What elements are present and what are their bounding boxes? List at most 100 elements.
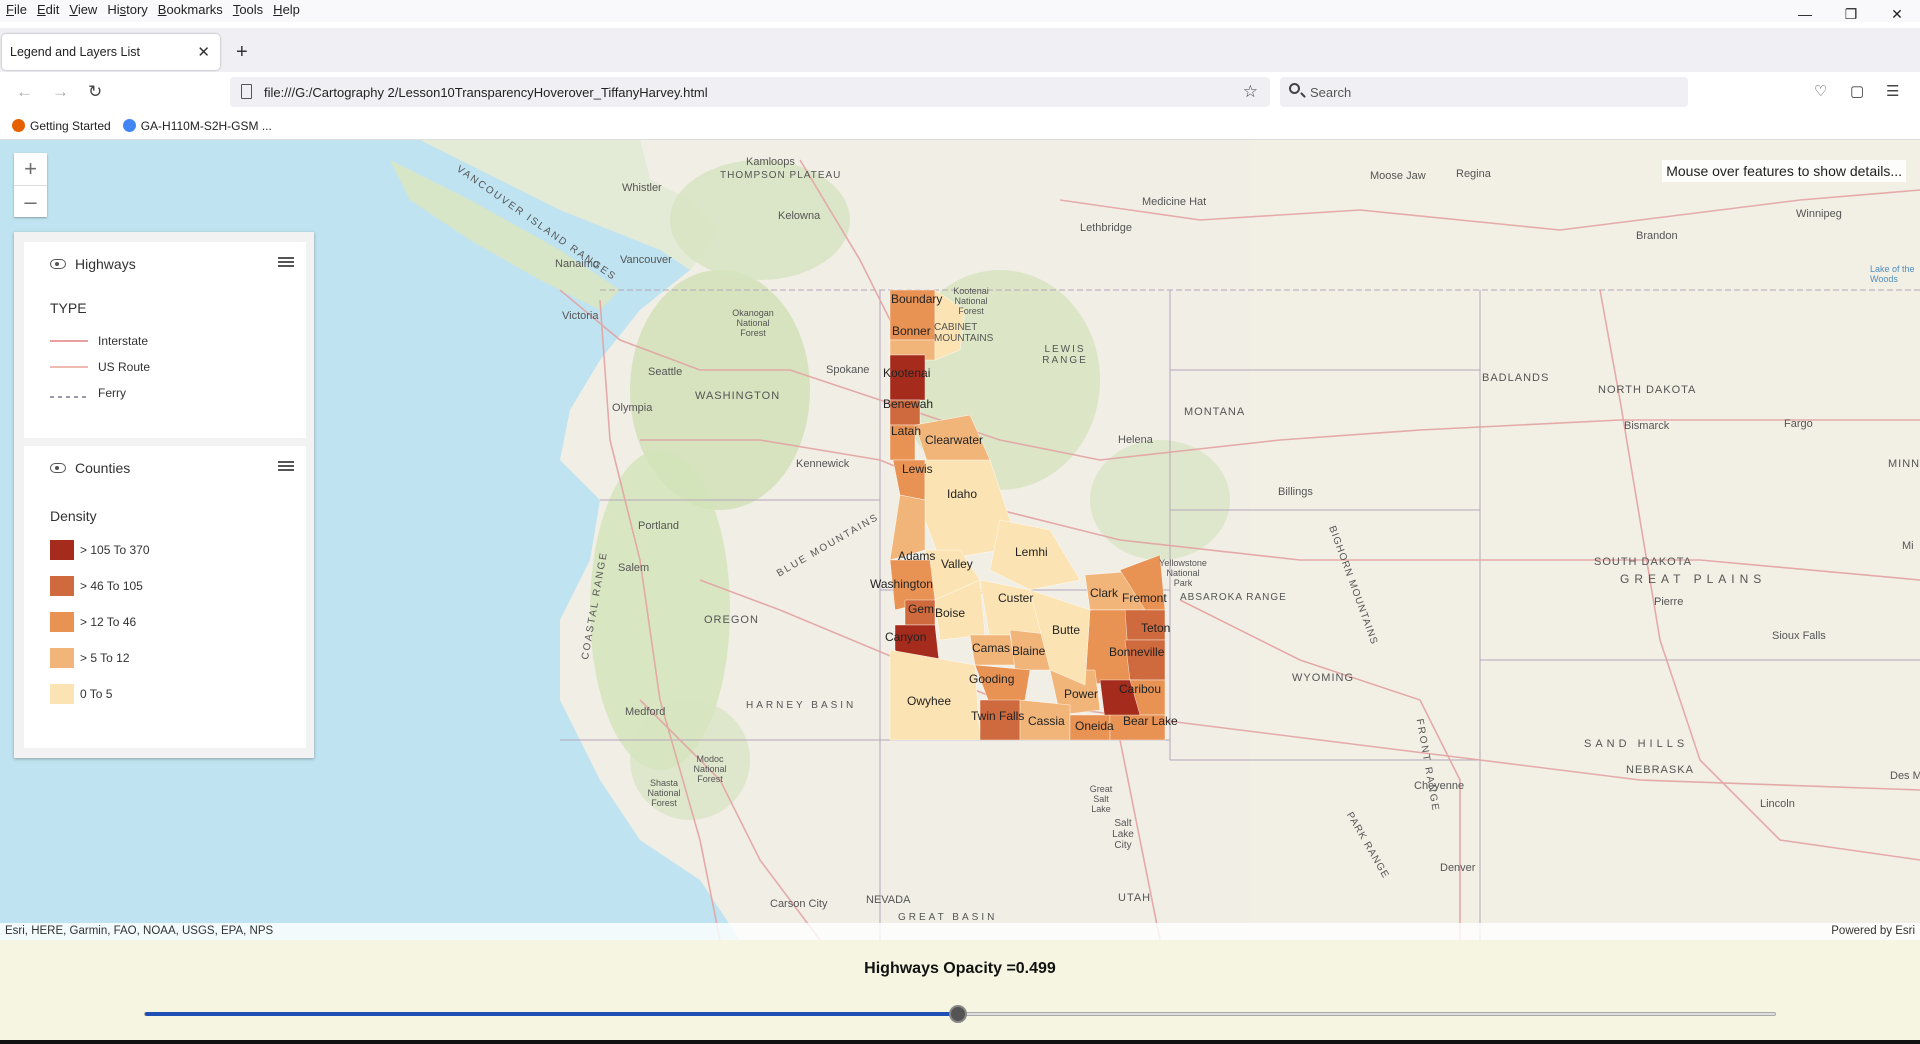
county-label: Owyhee <box>907 694 952 708</box>
place-label: Moose Jaw <box>1370 170 1426 182</box>
county-label: Gooding <box>969 672 1015 686</box>
county-label: Bonner <box>892 324 931 338</box>
layer-card-highways: Highways TYPE Interstate US Route Ferry <box>24 242 306 438</box>
layer-title: Highways <box>75 256 136 272</box>
county-label: Idaho <box>947 487 978 501</box>
menu-tools[interactable]: Tools <box>228 0 268 22</box>
county-label: Cassia <box>1028 714 1065 728</box>
hamburger-menu-icon[interactable]: ☰ <box>1886 82 1899 100</box>
menu-file[interactable]: File <box>0 0 32 22</box>
layer-card-counties: Counties Density > 105 To 370 > 46 To 10… <box>24 446 306 748</box>
layer-options-icon[interactable] <box>278 257 294 269</box>
new-tab-icon[interactable]: + <box>236 42 248 62</box>
place-label: Cheyenne <box>1414 780 1465 792</box>
minimize-icon[interactable]: — <box>1782 0 1828 28</box>
county-label: Clearwater <box>925 433 984 447</box>
place-label: Winnipeg <box>1796 208 1842 220</box>
url-bar[interactable]: file:///G:/Cartography 2/Lesson10Transpa… <box>230 77 1270 107</box>
place-label: Lincoln <box>1760 798 1795 810</box>
layer-header-highways[interactable]: Highways <box>50 256 136 272</box>
restore-icon[interactable]: ❐ <box>1828 0 1874 28</box>
county-label: Gem <box>908 602 935 616</box>
place-label: SOUTH DAKOTA <box>1594 556 1692 568</box>
menu-bookmarks[interactable]: Bookmarks <box>153 0 228 22</box>
zoom-in-button[interactable]: + <box>14 153 47 185</box>
page-icon <box>241 84 252 99</box>
tab-legend-layers[interactable]: Legend and Layers List ✕ <box>2 34 220 70</box>
bookmark-star-icon[interactable]: ☆ <box>1243 82 1258 102</box>
place-label: Nanaimo <box>555 258 600 270</box>
back-icon[interactable]: ← <box>16 82 33 102</box>
place-label: NEVADA <box>866 894 911 906</box>
layer-header-counties[interactable]: Counties <box>50 460 130 476</box>
search-placeholder: Search <box>1310 84 1352 100</box>
place-label: WASHINGTON <box>695 390 781 402</box>
tab-title: Legend and Layers List <box>10 45 140 59</box>
slider-title: Highways Opacity =0.499 <box>864 960 1056 977</box>
reload-icon[interactable]: ↻ <box>88 82 102 102</box>
place-label: Shasta National Forest <box>647 778 681 808</box>
density-swatch <box>50 576 74 596</box>
bookmarks-toolbar: Getting Started GA-H110M-S2H-GSM ... <box>0 112 1920 140</box>
place-label: Modoc National Forest <box>693 754 727 784</box>
opacity-slider[interactable] <box>144 1005 1776 1023</box>
legend-item: US Route <box>50 360 150 374</box>
place-label: Vancouver <box>620 254 672 266</box>
legend-label: > 12 To 46 <box>80 615 137 629</box>
layer-title: Counties <box>75 460 131 476</box>
county-label: Valley <box>941 557 973 571</box>
legend-item: > 12 To 46 <box>50 612 136 632</box>
bookmark-getting-started[interactable]: Getting Started <box>12 119 111 133</box>
pocket-icon[interactable]: ♡ <box>1814 82 1827 100</box>
county-label: Bonneville <box>1109 645 1165 659</box>
zoom-out-button[interactable]: – <box>14 185 47 217</box>
firefox-icon <box>12 119 25 132</box>
county-label: Twin Falls <box>971 709 1025 723</box>
forward-icon[interactable]: → <box>52 82 69 102</box>
nav-bar: ← → ↻ file:///G:/Cartography 2/Lesson10T… <box>0 72 1920 112</box>
legend-item: Ferry <box>50 386 126 400</box>
legend-item: Interstate <box>50 334 148 348</box>
county-label: Boundary <box>891 292 943 306</box>
search-input[interactable]: Search <box>1280 77 1688 107</box>
place-label: Regina <box>1456 168 1491 180</box>
county-label: Fremont <box>1122 591 1167 605</box>
ferry-line-symbol <box>50 396 88 398</box>
place-label: Bismarck <box>1624 420 1670 432</box>
place-label: Spokane <box>826 364 870 376</box>
legend-label: 0 To 5 <box>80 687 113 701</box>
place-label: OREGON <box>704 614 759 626</box>
menu-history[interactable]: History <box>102 0 152 22</box>
place-label: THOMPSON PLATEAU <box>720 170 842 181</box>
place-label: Helena <box>1118 434 1153 446</box>
close-tab-icon[interactable]: ✕ <box>197 43 210 61</box>
place-label: MONTANA <box>1184 406 1246 418</box>
place-label: Whistler <box>622 182 662 194</box>
eye-icon[interactable] <box>50 259 66 269</box>
menu-view[interactable]: View <box>64 0 102 22</box>
map-view[interactable]: Kamloops THOMPSON PLATEAU Whistler Kelow… <box>0 140 1920 940</box>
eye-icon[interactable] <box>50 463 66 473</box>
slider-thumb[interactable] <box>949 1005 968 1023</box>
menu-help[interactable]: Help <box>268 0 305 22</box>
powered-by-esri[interactable]: Powered by Esri <box>1831 925 1915 940</box>
county-label: Teton <box>1141 621 1171 635</box>
place-label: Seattle <box>648 366 683 378</box>
close-window-icon[interactable]: ✕ <box>1874 0 1920 28</box>
place-label: BADLANDS <box>1482 372 1550 384</box>
layer-options-icon[interactable] <box>278 461 294 473</box>
menu-edit[interactable]: Edit <box>32 0 64 22</box>
extension-icon[interactable]: ▢ <box>1850 82 1864 100</box>
google-icon <box>122 119 136 132</box>
legend-title: Density <box>50 508 97 524</box>
bookmark-gigabyte[interactable]: GA-H110M-S2H-GSM ... <box>122 119 272 133</box>
menu-bar: File Edit View History Bookmarks Tools H… <box>0 0 1920 22</box>
county-label: Benewah <box>883 397 934 411</box>
place-label: Denver <box>1440 862 1476 874</box>
place-label: Salt Lake City <box>1112 818 1134 851</box>
place-label: Medicine Hat <box>1142 196 1207 208</box>
place-label: Carson City <box>770 898 828 910</box>
bookmark-label: Getting Started <box>30 118 111 133</box>
legend-item: > 5 To 12 <box>50 648 130 668</box>
place-label: Pierre <box>1654 596 1684 608</box>
